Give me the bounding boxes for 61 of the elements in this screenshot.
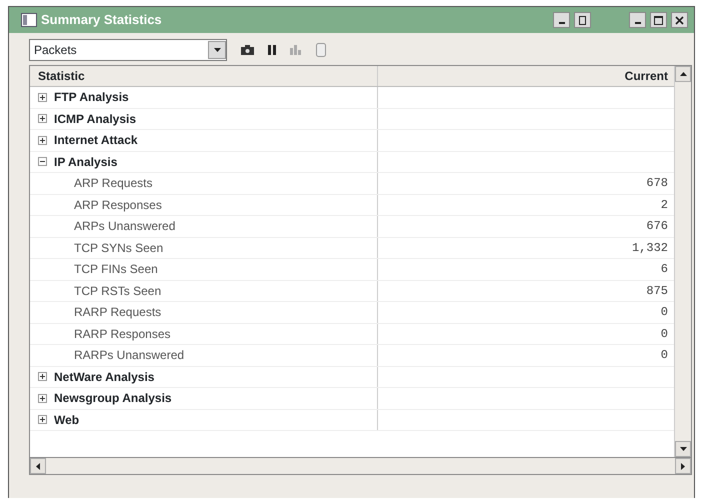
expand-icon[interactable] bbox=[38, 415, 47, 424]
group-label[interactable]: NetWare Analysis bbox=[54, 368, 154, 386]
maximize-icon bbox=[654, 16, 663, 24]
dropdown-value: Packets bbox=[34, 42, 77, 59]
statistic-label: TCP RSTs Seen bbox=[74, 282, 162, 300]
down-arrow-icon bbox=[680, 447, 686, 451]
group-label[interactable]: Newsgroup Analysis bbox=[54, 389, 172, 408]
statistic-value: 875 bbox=[646, 282, 668, 300]
statistic-label: TCP FINs Seen bbox=[74, 261, 158, 278]
minimize-icon bbox=[634, 22, 640, 24]
expand-icon[interactable] bbox=[38, 394, 47, 403]
scroll-down-button[interactable] bbox=[675, 441, 691, 457]
column-header[interactable]: Current bbox=[378, 66, 674, 86]
expand-icon[interactable] bbox=[38, 136, 47, 145]
up-arrow-icon bbox=[680, 72, 686, 76]
restore-icon bbox=[578, 16, 587, 24]
collapse-icon[interactable] bbox=[38, 157, 47, 166]
close-icon bbox=[675, 16, 684, 24]
scroll-right-button[interactable] bbox=[675, 458, 691, 474]
statistic-label: RARPs Unanswered bbox=[74, 347, 184, 364]
statistic-value: 676 bbox=[646, 218, 668, 236]
statistic-value: 678 bbox=[646, 175, 668, 192]
right-arrow-icon bbox=[681, 462, 685, 470]
statistic-label: TCP SYNs Seen bbox=[74, 240, 164, 257]
expand-icon[interactable] bbox=[38, 372, 47, 382]
pause-icon[interactable] bbox=[268, 45, 276, 55]
restore-button[interactable] bbox=[574, 12, 591, 28]
group-label[interactable]: Internet Attack bbox=[54, 131, 138, 150]
group-label[interactable]: Web bbox=[54, 410, 80, 429]
caret-icon bbox=[214, 48, 220, 52]
window-title: Summary Statistics bbox=[41, 11, 162, 30]
statistic-label: ARPs Unanswered bbox=[74, 218, 176, 236]
group-label[interactable]: ICMP Analysis bbox=[54, 110, 136, 128]
column-header[interactable]: Statistic bbox=[30, 66, 378, 86]
close-button[interactable] bbox=[671, 12, 688, 28]
statistic-value: 0 bbox=[660, 347, 668, 364]
scroll-left-button[interactable] bbox=[30, 458, 46, 474]
statistic-label: RARP Responses bbox=[74, 326, 170, 343]
statistic-label: ARP Requests bbox=[74, 175, 152, 192]
statistic-value: 0 bbox=[660, 304, 668, 322]
horizontal-scrollbar[interactable] bbox=[30, 457, 691, 474]
group-label[interactable]: FTP Analysis bbox=[54, 88, 129, 106]
expand-icon[interactable] bbox=[38, 114, 47, 124]
vertical-scrollbar[interactable] bbox=[674, 66, 691, 457]
expand-icon[interactable] bbox=[38, 92, 47, 102]
statistic-value: 1,332 bbox=[632, 240, 668, 257]
statistic-value: 6 bbox=[660, 261, 668, 278]
statistic-label: RARP Requests bbox=[74, 304, 162, 322]
left-arrow-icon bbox=[36, 462, 40, 470]
statistic-value: 2 bbox=[660, 196, 668, 214]
statistic-label: ARP Responses bbox=[74, 196, 162, 214]
statistic-value: 0 bbox=[660, 326, 668, 343]
minimize-icon bbox=[558, 22, 564, 24]
minimize-button[interactable] bbox=[629, 12, 646, 28]
group-label[interactable]: IP Analysis bbox=[54, 152, 118, 171]
minimize-button[interactable] bbox=[553, 12, 570, 28]
maximize-button[interactable] bbox=[650, 12, 667, 28]
camera-icon[interactable] bbox=[241, 45, 254, 55]
window-icon bbox=[21, 13, 37, 27]
packets-dropdown[interactable]: Packets bbox=[29, 39, 227, 61]
scroll-up-button[interactable] bbox=[675, 66, 691, 82]
